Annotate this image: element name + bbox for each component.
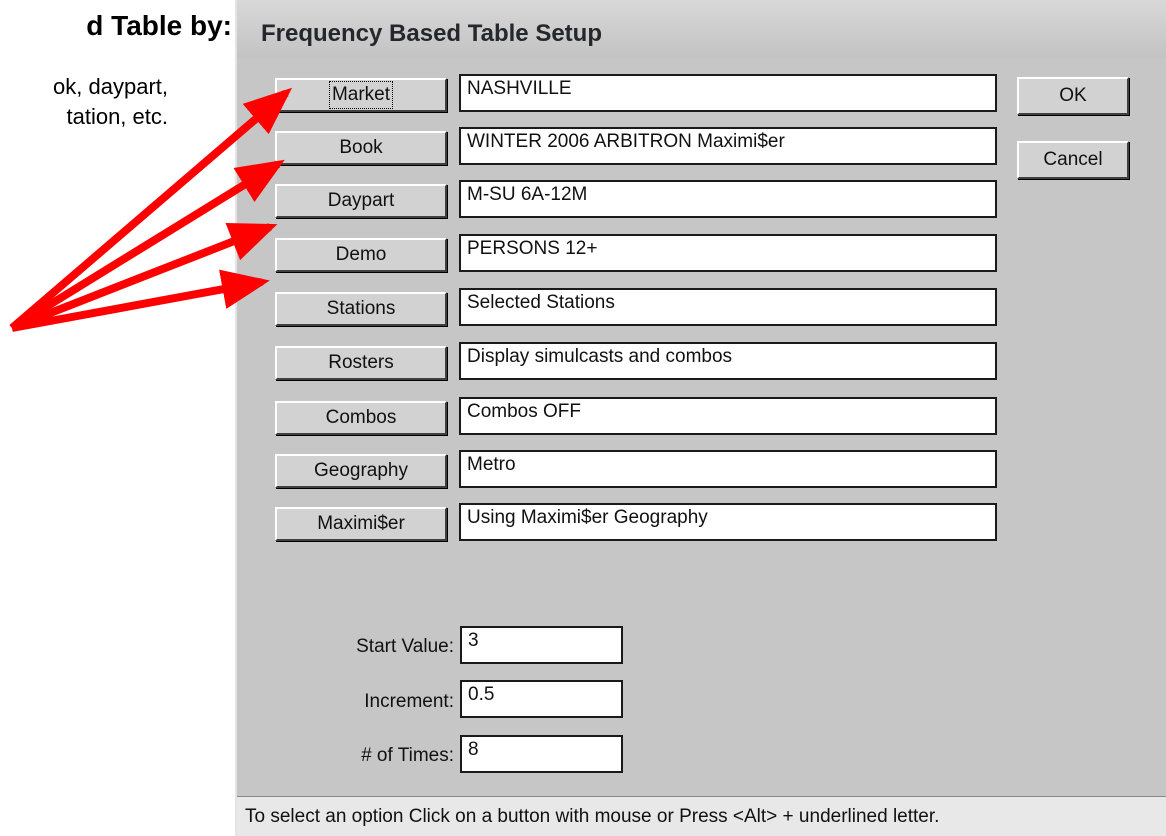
cancel-button[interactable]: Cancel (1017, 141, 1129, 179)
geography-button-label: Geography (313, 460, 408, 481)
rosters-field[interactable]: Display simulcasts and combos (459, 342, 997, 380)
demo-field[interactable]: PERSONS 12+ (459, 234, 997, 272)
maximiser-button-label: Maximi$er (317, 513, 405, 534)
increment-field[interactable]: 0.5 (460, 680, 623, 718)
times-field[interactable]: 8 (460, 735, 623, 773)
slide-heading: d Table by: (86, 10, 232, 41)
frequency-table-dialog: Frequency Based Table Setup Market NASHV… (235, 0, 1166, 836)
combos-field[interactable]: Combos OFF (459, 397, 997, 435)
arrow-to-demo (11, 269, 270, 332)
start-value-field[interactable]: 3 (460, 626, 623, 664)
increment-label: Increment: (364, 691, 454, 712)
demo-button-label: Demo (335, 244, 387, 265)
stations-button[interactable]: Stations (275, 292, 447, 326)
rosters-button[interactable]: Rosters (275, 346, 447, 380)
slide-note: ok, daypart, tation, etc. (0, 72, 232, 132)
combos-button-label: Combos (325, 407, 397, 428)
book-button-label: Book (339, 137, 383, 158)
book-button[interactable]: Book (275, 131, 447, 165)
geography-field[interactable]: Metro (459, 450, 997, 488)
slide-note-line: ok, daypart, (53, 74, 168, 99)
status-text: To select an option Click on a button wi… (245, 806, 940, 827)
book-field[interactable]: WINTER 2006 ARBITRON Maximi$er (459, 127, 997, 165)
maximiser-button[interactable]: Maximi$er (275, 507, 447, 541)
dialog-titlebar: Frequency Based Table Setup (237, 0, 1166, 58)
status-bar: To select an option Click on a button wi… (237, 796, 1166, 836)
maximiser-field[interactable]: Using Maximi$er Geography (459, 503, 997, 541)
market-button[interactable]: Market (275, 78, 447, 112)
market-field[interactable]: NASHVILLE (459, 74, 997, 112)
start-value-label: Start Value: (356, 636, 454, 657)
rosters-button-label: Rosters (328, 352, 394, 373)
stations-field[interactable]: Selected Stations (459, 288, 997, 326)
daypart-button-label: Daypart (327, 190, 395, 211)
times-label: # of Times: (361, 745, 454, 766)
ok-button[interactable]: OK (1017, 77, 1129, 115)
geography-button[interactable]: Geography (275, 454, 447, 488)
daypart-field[interactable]: M-SU 6A-12M (459, 180, 997, 218)
dialog-title: Frequency Based Table Setup (261, 20, 602, 47)
market-button-label: Market (328, 81, 394, 109)
combos-button[interactable]: Combos (275, 401, 447, 435)
daypart-button[interactable]: Daypart (275, 184, 447, 218)
stations-button-label: Stations (326, 298, 396, 319)
arrow-to-daypart (10, 222, 278, 332)
demo-button[interactable]: Demo (275, 238, 447, 272)
slide-note-line: tation, etc. (66, 104, 168, 129)
